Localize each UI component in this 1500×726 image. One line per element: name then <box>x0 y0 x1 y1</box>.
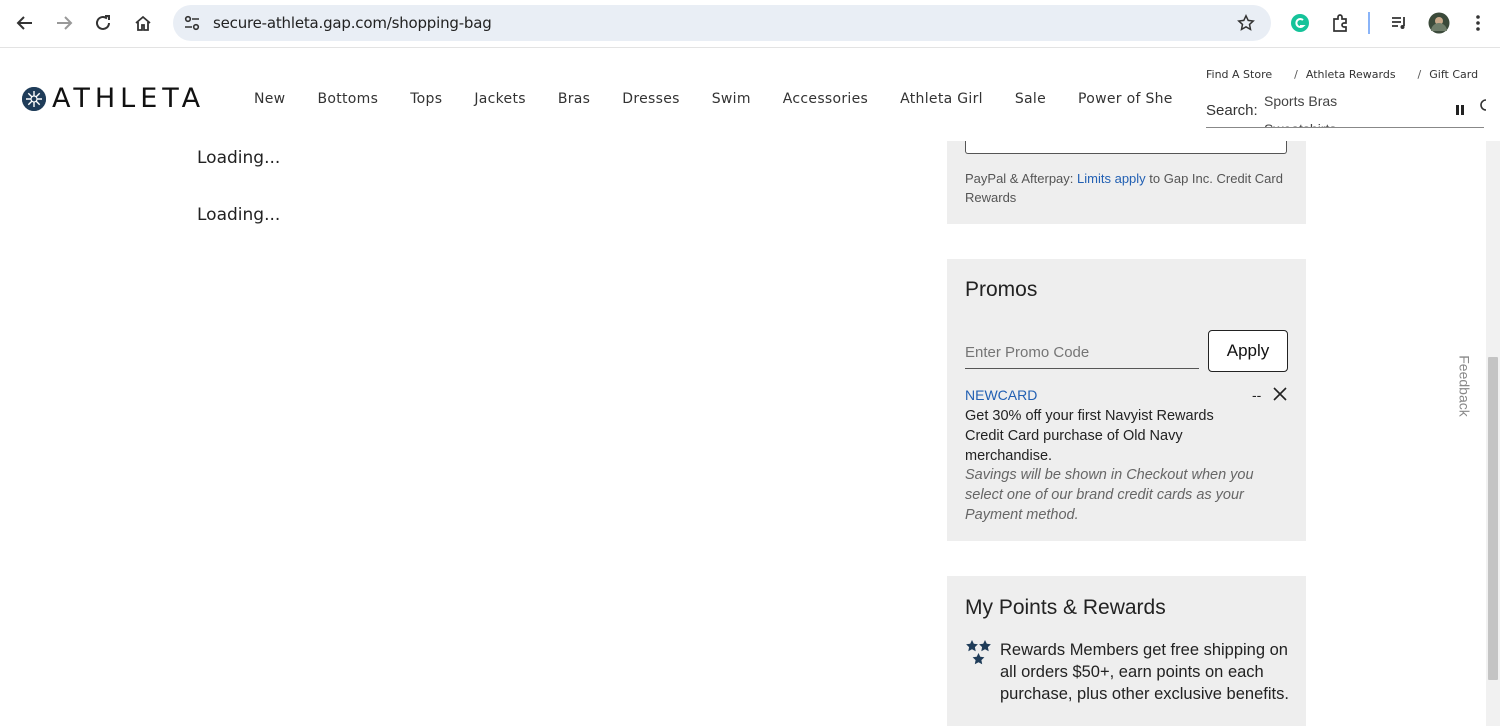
toolbar-divider <box>1368 12 1370 34</box>
checkout-button-edge[interactable] <box>965 141 1287 154</box>
nav-dresses[interactable]: Dresses <box>622 91 679 107</box>
home-icon[interactable] <box>128 8 158 38</box>
rewards-panel: My Points & Rewards Rewards Members get … <box>947 576 1306 726</box>
remove-promo-close-icon[interactable] <box>1272 386 1290 404</box>
nav-jackets[interactable]: Jackets <box>474 91 526 107</box>
utility-separator: / <box>1417 68 1422 81</box>
promo-code-input[interactable] <box>965 331 1199 369</box>
browser-menu-icon[interactable] <box>1465 10 1491 36</box>
note-prefix: PayPal & Afterpay: <box>965 171 1074 186</box>
profile-avatar[interactable] <box>1426 10 1452 36</box>
media-control-icon[interactable] <box>1386 10 1412 36</box>
nav-swim[interactable]: Swim <box>712 91 751 107</box>
promos-title: Promos <box>965 278 1038 301</box>
loading-text: Loading... <box>197 205 281 225</box>
pause-icon[interactable] <box>1454 105 1466 117</box>
utility-links: Find A Store / Athleta Rewards / Gift Card <box>1206 68 1486 81</box>
rewards-description: Rewards Members get free shipping on all… <box>1000 641 1289 703</box>
bookmark-star-icon[interactable] <box>1235 12 1257 34</box>
athleta-logo[interactable]: ATHLETA <box>22 83 205 114</box>
reload-icon[interactable] <box>88 8 118 38</box>
athleta-rewards-link[interactable]: Athleta Rewards <box>1306 68 1396 81</box>
loading-text: Loading... <box>197 148 281 168</box>
grammarly-extension-icon[interactable] <box>1287 10 1313 36</box>
back-icon[interactable] <box>10 8 40 38</box>
payment-limits-note: PayPal & Afterpay: Limits apply to Gap I… <box>965 169 1295 207</box>
nav-power-of-she[interactable]: Power of She <box>1078 91 1173 107</box>
nav-new[interactable]: New <box>254 91 285 107</box>
nav-bras[interactable]: Bras <box>558 91 590 107</box>
nav-tops[interactable]: Tops <box>410 91 442 107</box>
address-bar[interactable]: secure-athleta.gap.com/shopping-bag <box>173 5 1271 41</box>
athleta-logo-mark-icon <box>22 86 46 111</box>
stars-icon <box>964 639 994 669</box>
search-box[interactable]: Search: Sports Bras Sweatshirts <box>1206 93 1484 128</box>
nav-bottoms[interactable]: Bottoms <box>317 91 378 107</box>
feedback-label: Feedback <box>1457 355 1474 417</box>
search-suggestion-ticker[interactable]: Sports Bras Sweatshirts <box>1264 93 1338 127</box>
promo-savings-note: Savings will be shown in Checkout when y… <box>965 467 1254 523</box>
promo-amount: -- <box>1252 387 1262 403</box>
site-settings-icon[interactable] <box>181 12 203 34</box>
feedback-tab[interactable]: Feedback <box>1452 350 1478 422</box>
logo-wordmark: ATHLETA <box>52 83 206 114</box>
nav-athleta-girl[interactable]: Athleta Girl <box>900 91 983 107</box>
rewards-title: My Points & Rewards <box>965 596 1166 619</box>
url-text[interactable]: secure-athleta.gap.com/shopping-bag <box>213 14 492 32</box>
forward-icon[interactable] <box>49 8 79 38</box>
promo-description: Get 30% off your first Navyist Rewards C… <box>965 408 1214 464</box>
extensions-puzzle-icon[interactable] <box>1327 10 1353 36</box>
browser-toolbar: secure-athleta.gap.com/shopping-bag <box>0 0 1500 48</box>
utility-separator: / <box>1294 68 1298 81</box>
gift-card-link[interactable]: Gift Card <box>1429 68 1478 81</box>
ticker-previous-term: Sports Bras <box>1264 93 1338 109</box>
nav-accessories[interactable]: Accessories <box>783 91 868 107</box>
nav-sale[interactable]: Sale <box>1015 91 1046 107</box>
limits-apply-link[interactable]: Limits apply <box>1077 171 1146 186</box>
apply-promo-button[interactable]: Apply <box>1208 330 1288 372</box>
ticker-current-term: Sweatshirts <box>1264 115 1337 127</box>
search-icon[interactable] <box>1479 97 1487 117</box>
search-label: Search: <box>1206 102 1258 119</box>
site-header: ATHLETA New Bottoms Tops Jackets Bras Dr… <box>0 49 1500 141</box>
promos-panel: Promos Apply NEWCARD -- Get 30% off your… <box>947 259 1306 541</box>
scrollbar-thumb[interactable] <box>1488 357 1498 680</box>
applied-promo-code: NEWCARD <box>965 387 1038 403</box>
find-store-link[interactable]: Find A Store <box>1206 68 1272 81</box>
main-navigation: New Bottoms Tops Jackets Bras Dresses Sw… <box>254 91 1205 107</box>
payment-summary-panel: PayPal & Afterpay: Limits apply to Gap I… <box>947 141 1306 224</box>
